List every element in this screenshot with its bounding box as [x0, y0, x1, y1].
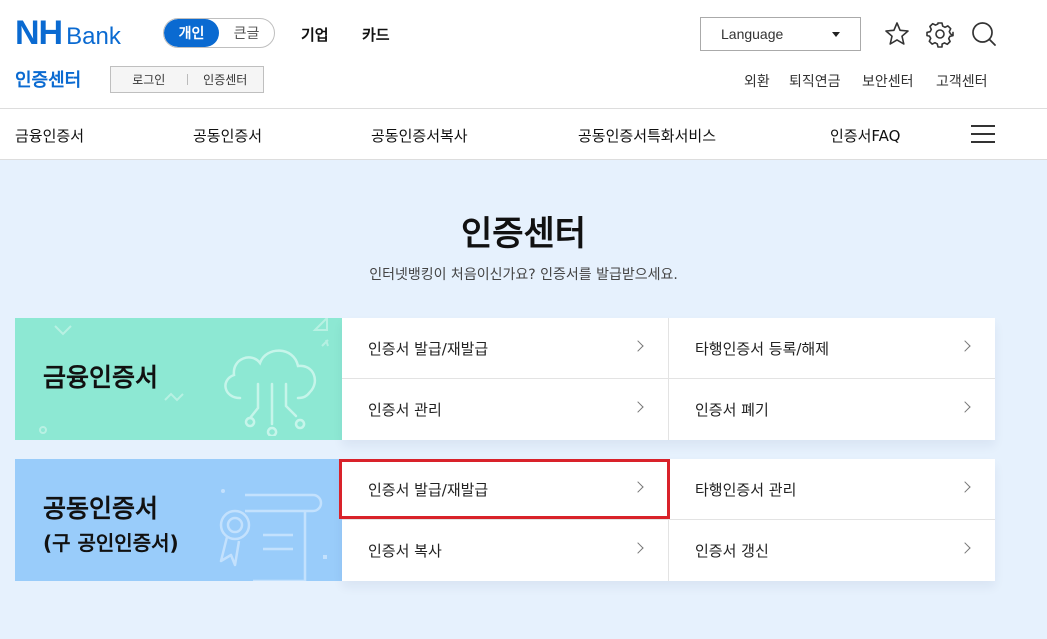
gear-icon[interactable]	[926, 20, 954, 48]
category-title: 공동인증서	[43, 494, 159, 523]
nh-bank-logo[interactable]: NH Bank	[15, 14, 121, 52]
chevron-right-icon	[959, 340, 971, 352]
link-label: 타행인증서 등록/해제	[695, 340, 830, 358]
mode-toggle: 개인 큰글	[163, 18, 275, 48]
mode-large-text[interactable]: 큰글	[219, 19, 274, 47]
mode-personal[interactable]: 개인	[164, 19, 219, 47]
gnb-joint-cert-copy[interactable]: 공동인증서복사	[371, 125, 468, 146]
category-joint-cert: 공동인증서 (구 공인인증서)	[15, 459, 342, 581]
gnb-joint-cert[interactable]: 공동인증서	[193, 125, 262, 146]
chevron-right-icon	[959, 542, 971, 554]
link-label: 타행인증서 관리	[695, 481, 797, 499]
star-icon[interactable]	[883, 20, 911, 48]
page-subtitle: 인터넷뱅킹이 처음이신가요? 인증서를 발급받으세요.	[369, 267, 678, 283]
util-link-pension[interactable]: 퇴직연금	[789, 71, 841, 91]
main-content: 인증센터 인터넷뱅킹이 처음이신가요? 인증서를 발급받으세요. 금융인증서 인…	[0, 160, 1047, 639]
search-icon[interactable]	[970, 20, 998, 48]
util-link-security[interactable]: 보안센터	[862, 71, 914, 91]
chevron-right-icon	[959, 401, 971, 413]
global-nav: 금융인증서 공동인증서 공동인증서복사 공동인증서특화서비스 인증서FAQ	[0, 108, 1047, 160]
cert-center-title[interactable]: 인증센터	[15, 66, 81, 92]
gnb-joint-cert-special[interactable]: 공동인증서특화서비스	[578, 125, 716, 146]
link-financial-other-bank-register[interactable]: 타행인증서 등록/해제	[669, 318, 995, 379]
chevron-right-icon	[632, 542, 644, 554]
menu-icon[interactable]	[971, 125, 995, 143]
link-label: 인증서 복사	[368, 542, 442, 560]
category-subtitle: (구 공인인증서)	[43, 531, 179, 555]
link-financial-issue[interactable]: 인증서 발급/재발급	[342, 318, 668, 379]
topnav-card[interactable]: 카드	[362, 24, 390, 45]
link-joint-other-bank-manage[interactable]: 타행인증서 관리	[669, 459, 995, 520]
chevron-right-icon	[959, 481, 971, 493]
topnav-corporate[interactable]: 기업	[301, 24, 329, 45]
cert-center-button[interactable]: 인증센터	[188, 71, 264, 88]
certificate-icon	[219, 489, 327, 581]
gnb-financial-cert[interactable]: 금융인증서	[15, 125, 84, 146]
link-label: 인증서 발급/재발급	[368, 340, 489, 358]
caret-down-icon	[832, 32, 840, 37]
category-financial-cert: 금융인증서	[15, 318, 342, 440]
logo-bank: Bank	[66, 23, 121, 50]
link-joint-copy[interactable]: 인증서 복사	[342, 520, 668, 581]
link-label: 인증서 갱신	[695, 542, 769, 560]
link-label: 인증서 관리	[368, 401, 442, 419]
util-link-foreign-exchange[interactable]: 외환	[744, 71, 770, 91]
chevron-right-icon	[632, 401, 644, 413]
link-joint-renew[interactable]: 인증서 갱신	[669, 520, 995, 581]
logo-nh: NH	[15, 14, 63, 52]
link-label: 인증서 폐기	[695, 401, 769, 419]
highlight-box	[339, 459, 670, 519]
login-button[interactable]: 로그인	[111, 71, 187, 88]
financial-cert-links: 인증서 발급/재발급 타행인증서 등록/해제 인증서 관리 인증서 폐기	[342, 318, 995, 440]
page-title: 인증센터	[460, 214, 587, 254]
util-link-customer[interactable]: 고객센터	[936, 71, 988, 91]
decoration-pattern	[39, 318, 328, 434]
sub-button-group: 로그인 인증센터	[110, 66, 264, 93]
language-select[interactable]: Language	[700, 17, 861, 51]
language-label: Language	[721, 26, 784, 42]
link-financial-revoke[interactable]: 인증서 폐기	[669, 379, 995, 440]
chevron-right-icon	[632, 340, 644, 352]
gnb-cert-faq[interactable]: 인증서FAQ	[830, 125, 900, 146]
link-financial-manage[interactable]: 인증서 관리	[342, 379, 668, 440]
